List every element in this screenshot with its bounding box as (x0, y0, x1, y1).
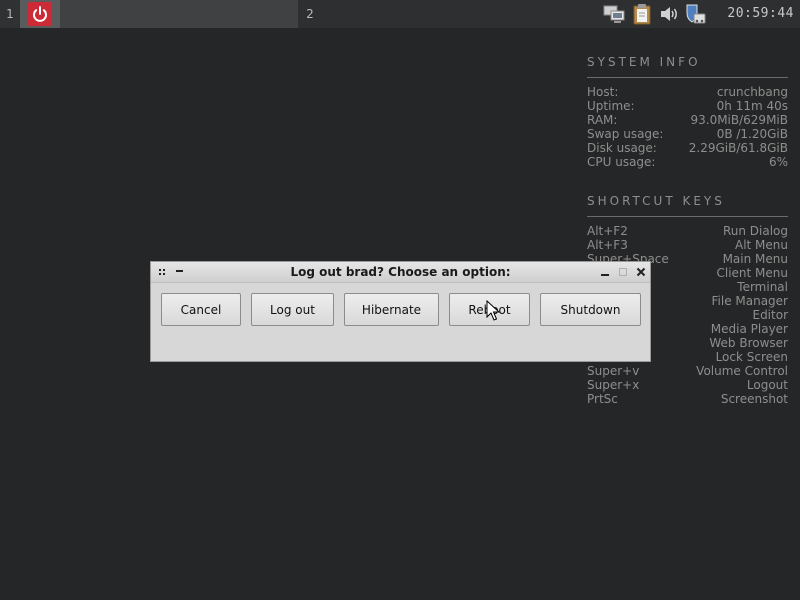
shortcut-key: Super+v (587, 364, 640, 378)
shade-icon[interactable] (173, 265, 187, 279)
system-info-value: 0B /1.20GiB (716, 127, 788, 141)
system-info-value: 0h 11m 40s (716, 99, 788, 113)
shortcut-action: Logout (746, 378, 788, 392)
list-item: PrtSc Screenshot (587, 392, 788, 406)
list-item: Swap usage: 0B /1.20GiB (587, 127, 788, 141)
hibernate-button[interactable]: Hibernate (344, 293, 439, 326)
update-manager-icon[interactable] (683, 3, 707, 25)
list-item: Alt+F2 Run Dialog (587, 224, 788, 238)
shortcut-action: Alt Menu (734, 238, 788, 252)
system-info-label: Disk usage: (587, 141, 657, 155)
shortcut-action: Media Player (710, 322, 788, 336)
cancel-button[interactable]: Cancel (161, 293, 241, 326)
maximize-icon[interactable] (616, 265, 630, 279)
shortcut-action: Main Menu (722, 252, 788, 266)
network-icon[interactable] (602, 3, 626, 25)
shutdown-button[interactable]: Shutdown (540, 293, 641, 326)
shortcut-action: Client Menu (716, 266, 788, 280)
system-info-value: crunchbang (716, 85, 788, 99)
volume-icon[interactable] (658, 3, 680, 25)
system-info-heading: SYSTEM INFO (587, 55, 701, 69)
shortcut-key: Alt+F2 (587, 224, 628, 238)
workspace-2-button[interactable]: 2 (298, 0, 322, 28)
system-info-value: 6% (768, 155, 788, 169)
shortcut-action: Editor (752, 308, 788, 322)
minimize-icon[interactable] (598, 265, 612, 279)
divider (587, 77, 788, 78)
shortcut-key: PrtSc (587, 392, 618, 406)
logout-dialog: Log out brad? Choose an option: Cancel L… (150, 261, 651, 362)
list-item: Host: crunchbang (587, 85, 788, 99)
shortcut-action: Web Browser (709, 336, 788, 350)
system-info-label: Swap usage: (587, 127, 664, 141)
close-icon[interactable] (634, 265, 648, 279)
list-item: CPU usage: 6% (587, 155, 788, 169)
list-item: Super+x Logout (587, 378, 788, 392)
list-item: Uptime: 0h 11m 40s (587, 99, 788, 113)
divider (587, 216, 788, 217)
system-info-list: Host: crunchbang Uptime: 0h 11m 40s RAM: 93.0… (587, 85, 788, 169)
shortcut-action: Run Dialog (722, 224, 788, 238)
shortcut-action: Volume Control (696, 364, 788, 378)
list-item: RAM: 93.0MiB/629MiB (587, 113, 788, 127)
system-info-value: 93.0MiB/629MiB (690, 113, 788, 127)
list-item: Disk usage: 2.29GiB/61.8GiB (587, 141, 788, 155)
system-info-label: RAM: (587, 113, 618, 127)
shortcut-action: Terminal (737, 280, 788, 294)
dialog-title: Log out brad? Choose an option: (290, 265, 511, 279)
log-out-button[interactable]: Log out (251, 293, 334, 326)
window-menu-icon[interactable] (155, 265, 169, 279)
workspace-1-button[interactable]: 1 (0, 0, 20, 28)
dialog-titlebar[interactable]: Log out brad? Choose an option: (151, 262, 650, 283)
list-item: Alt+F3 Alt Menu (587, 238, 788, 252)
system-info-label: Host: (587, 85, 619, 99)
list-item: Super+v Volume Control (587, 364, 788, 378)
power-icon (28, 2, 52, 26)
shortcut-key: Super+x (587, 378, 640, 392)
shortcut-keys-heading: SHORTCUT KEYS (587, 194, 725, 208)
taskbar-item-active[interactable] (20, 0, 60, 28)
top-panel: 1 2 20:59:44 (0, 0, 800, 28)
system-info-label: Uptime: (587, 99, 635, 113)
mouse-cursor-icon (486, 300, 500, 321)
system-info-value: 2.29GiB/61.8GiB (688, 141, 788, 155)
system-info-label: CPU usage: (587, 155, 656, 169)
desktop: 1 2 20:59:44 SYSTEM INFO Host: crunchban… (0, 0, 800, 600)
shortcut-action: File Manager (711, 294, 789, 308)
shortcut-key: Alt+F3 (587, 238, 628, 252)
taskbar-empty-area (60, 0, 298, 28)
shortcut-action: Screenshot (720, 392, 788, 406)
clock: 20:59:44 (727, 6, 794, 21)
shortcut-action: Lock Screen (715, 350, 788, 364)
clipboard-icon[interactable] (631, 3, 653, 25)
